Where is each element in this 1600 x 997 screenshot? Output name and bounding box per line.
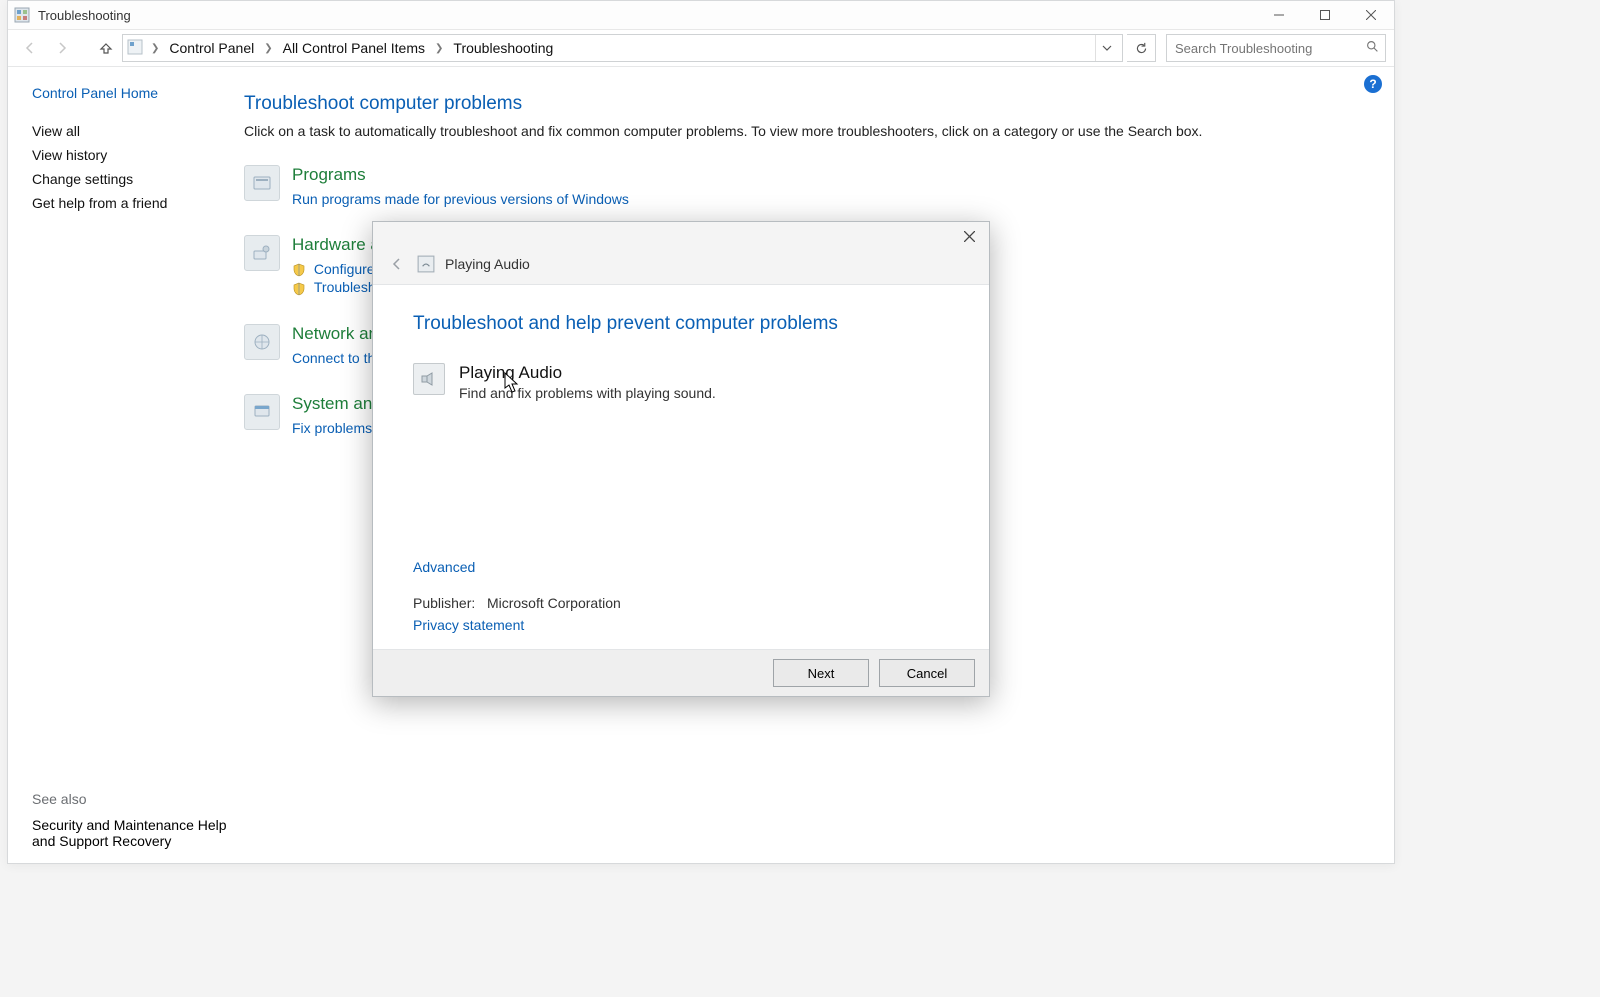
navbar: ❯ Control Panel ❯ All Control Panel Item…	[8, 30, 1394, 67]
search-icon	[1366, 40, 1379, 56]
page-subtext: Click on a task to automatically trouble…	[244, 123, 1360, 139]
close-button[interactable]	[1348, 1, 1394, 29]
breadcrumb-troubleshooting[interactable]: Troubleshooting	[449, 35, 557, 61]
task-run-previous-versions[interactable]: Run programs made for previous versions …	[292, 191, 629, 207]
modal-body: Troubleshoot and help prevent computer p…	[373, 284, 989, 650]
publisher-line: Publisher: Microsoft Corporation	[413, 595, 621, 611]
page-title: Troubleshoot computer problems	[244, 93, 1360, 115]
see-also-recovery[interactable]: Recovery	[112, 833, 171, 849]
sidebar: Control Panel Home View all View history…	[8, 67, 230, 863]
network-icon	[244, 324, 280, 360]
shield-icon	[292, 263, 306, 277]
titlebar: Troubleshooting	[8, 1, 1394, 30]
programs-icon	[244, 165, 280, 201]
sidebar-item-get-help[interactable]: Get help from a friend	[32, 195, 214, 211]
category-programs: Programs Run programs made for previous …	[244, 165, 1360, 207]
nav-up-button[interactable]	[94, 34, 118, 62]
troubleshooter-wizard: Playing Audio Troubleshoot and help prev…	[372, 221, 990, 697]
address-bar-icon	[127, 39, 145, 57]
category-title-programs[interactable]: Programs	[292, 165, 643, 185]
chevron-right-icon: ❯	[433, 43, 445, 54]
minimize-button[interactable]	[1256, 1, 1302, 29]
system-icon	[244, 394, 280, 430]
breadcrumb-all-items[interactable]: All Control Panel Items	[279, 35, 429, 61]
sidebar-item-view-all[interactable]: View all	[32, 123, 214, 139]
modal-titlebar	[373, 222, 989, 254]
nav-forward-button[interactable]	[48, 34, 76, 62]
troubleshooter-item: Playing Audio Find and fix problems with…	[413, 363, 949, 401]
modal-heading: Troubleshoot and help prevent computer p…	[413, 313, 949, 335]
modal-header: Playing Audio	[373, 254, 989, 284]
breadcrumb-control-panel[interactable]: Control Panel	[165, 35, 258, 61]
modal-breadcrumb: Playing Audio	[445, 256, 530, 272]
see-also-security[interactable]: Security and Maintenance	[32, 817, 194, 833]
advanced-link[interactable]: Advanced	[413, 559, 475, 575]
see-also: See also Security and Maintenance Help a…	[32, 791, 232, 849]
modal-back-button[interactable]	[387, 254, 407, 274]
app-icon	[14, 7, 30, 23]
modal-close-button[interactable]	[949, 222, 989, 250]
playing-audio-icon	[413, 363, 445, 395]
shield-icon	[292, 282, 306, 296]
sidebar-item-change-settings[interactable]: Change settings	[32, 171, 214, 187]
chevron-right-icon: ❯	[149, 43, 161, 54]
search-box[interactable]	[1166, 34, 1386, 62]
troubleshooter-icon	[417, 255, 435, 273]
see-also-title: See also	[32, 791, 232, 807]
maximize-button[interactable]	[1302, 1, 1348, 29]
sidebar-item-view-history[interactable]: View history	[32, 147, 214, 163]
search-input[interactable]	[1173, 40, 1366, 57]
address-bar[interactable]: ❯ Control Panel ❯ All Control Panel Item…	[122, 34, 1123, 62]
modal-footer: Next Cancel	[373, 650, 989, 696]
address-dropdown-button[interactable]	[1095, 35, 1118, 61]
chevron-right-icon: ❯	[262, 43, 274, 54]
nav-back-button[interactable]	[16, 34, 44, 62]
publisher-value: Microsoft Corporation	[487, 595, 621, 611]
troubleshooter-item-title: Playing Audio	[459, 363, 716, 383]
troubleshooter-item-desc: Find and fix problems with playing sound…	[459, 385, 716, 401]
privacy-link[interactable]: Privacy statement	[413, 617, 524, 633]
window-title: Troubleshooting	[38, 8, 131, 23]
modal-meta: Advanced Publisher: Microsoft Corporatio…	[413, 559, 621, 633]
cancel-button[interactable]: Cancel	[879, 659, 975, 687]
refresh-button[interactable]	[1127, 34, 1156, 62]
next-button[interactable]: Next	[773, 659, 869, 687]
publisher-label: Publisher:	[413, 595, 475, 611]
hardware-icon	[244, 235, 280, 271]
control-panel-home-link[interactable]: Control Panel Home	[32, 85, 214, 101]
